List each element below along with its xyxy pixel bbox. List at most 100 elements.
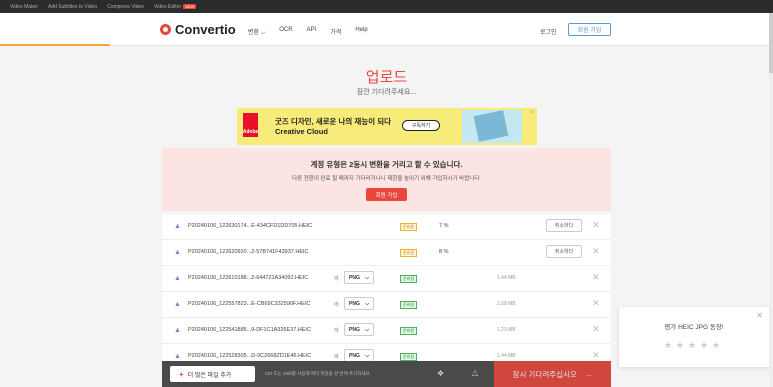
nav-api[interactable]: API	[307, 27, 317, 37]
cancel-button[interactable]: 취소하다	[546, 219, 582, 232]
adobe-logo: Adobe	[243, 113, 258, 137]
ad-subscribe-button[interactable]: 구독하기	[402, 120, 440, 131]
dropbox-icon[interactable]: ❖	[437, 369, 444, 378]
rating-popup: ✕ 평가 HEIC JPG 동장! ★★★★★	[619, 307, 769, 367]
format-value: PNG	[349, 300, 360, 307]
close-icon[interactable]: ✕	[756, 311, 763, 320]
file-name: P20240106_122528305...D-0C2668ZD1E46.HEI…	[188, 353, 312, 359]
nav-convert[interactable]: 변환 ⌵	[248, 27, 265, 37]
format-select[interactable]: PNG ⌵	[344, 297, 374, 310]
format-select[interactable]: PNG ⌵	[344, 323, 374, 336]
to-label: 에	[334, 276, 339, 282]
rating-stars[interactable]: ★★★★★	[619, 340, 769, 351]
page-title: 업로드	[365, 69, 408, 86]
chevron-down-icon: ⌵	[365, 326, 369, 333]
file-row: ▲ P20240106_122541885...9-DF1C1A326E37.H…	[162, 318, 611, 344]
login-link[interactable]: 로그인	[540, 27, 557, 36]
file-row: ▲ P20240106_122620920...2-57B741F43937.H…	[162, 240, 611, 266]
topbar-link-video-editor[interactable]: Video Editor NEW	[153, 3, 197, 10]
file-row: ▲ P20240106_122528305...D-0C2668ZD1E46.H…	[162, 344, 611, 361]
image-file-icon: ▲	[174, 223, 181, 230]
notice-text: 다른 전환이 완료 될 때까지 기다리거나니 제한을 높이기 위해 가입하시기 …	[292, 176, 481, 182]
logo-text: Convertio	[175, 22, 236, 37]
notice-signup-button[interactable]: 회원 가입	[366, 188, 407, 201]
format-select[interactable]: PNG ⌵	[344, 271, 374, 284]
file-size: 1.23 MB	[497, 327, 516, 333]
footer-hint: Ctrl 또는 Shift를 사용해 여러 파일을 한 번에 추가하세요.	[265, 371, 371, 376]
file-name: P20240106_122610188...2-644721A34092.HEI…	[188, 275, 309, 281]
logo[interactable]: Convertio	[160, 22, 236, 37]
status-badge: 준비됨	[400, 275, 417, 283]
image-file-icon: ▲	[174, 301, 181, 308]
file-name: P20240106_122630174...E-434CFD1DD705.HEI…	[188, 223, 313, 229]
image-file-icon: ▲	[174, 275, 181, 282]
close-icon[interactable]: ✕	[592, 221, 600, 230]
convert-button-label: 잠시 기다려주십시오	[512, 369, 577, 379]
image-file-icon: ▲	[174, 249, 181, 256]
file-size: 1.44 MB	[497, 353, 516, 359]
ad-text: 굿즈 디자인, 새로운 나의 재능이 되다 Creative Cloud	[275, 117, 391, 137]
topbar-link-add-subtitles[interactable]: Add Subtitles to Video	[48, 4, 97, 10]
status-badge: 준비됨	[400, 301, 417, 309]
image-file-icon: ▲	[174, 327, 181, 334]
format-value: PNG	[349, 326, 360, 333]
ad-line-1: 굿즈 디자인, 새로운 나의 재능이 되다	[275, 117, 392, 126]
status-badge: 준비중	[400, 249, 417, 257]
new-badge: NEW	[183, 3, 197, 9]
image-file-icon: ▲	[174, 353, 181, 360]
convert-button[interactable]: 잠시 기다려주십시오 →	[494, 361, 611, 387]
ad-choices-icon[interactable]: ▷	[531, 109, 535, 115]
page-scrollbar[interactable]	[769, 13, 773, 387]
arrow-right-icon: →	[584, 369, 593, 379]
chevron-down-icon: ⌵	[365, 274, 369, 281]
topbar-link-video-maker[interactable]: Video Maker	[10, 4, 38, 10]
ad-line-2: Creative Cloud	[275, 127, 328, 136]
nav-pricing[interactable]: 가격	[330, 27, 341, 37]
close-icon[interactable]: ✕	[592, 325, 600, 334]
nav-ocr[interactable]: OCR	[279, 27, 292, 37]
file-row: ▲ P20240106_122610188...2-644721A34092.H…	[162, 266, 611, 292]
ad-image	[462, 110, 522, 143]
close-icon[interactable]: ✕	[592, 247, 600, 256]
action-footer: + 더 많은 파일 추가 Ctrl 또는 Shift를 사용해 여러 파일을 한…	[162, 361, 611, 387]
topbar-link-compress-video[interactable]: Compress Video	[107, 4, 144, 10]
signup-button[interactable]: 회원 가입	[568, 23, 611, 36]
plus-icon: +	[179, 369, 184, 379]
topbar-link-video-editor-label: Video Editor	[153, 3, 182, 10]
close-icon[interactable]: ✕	[592, 299, 600, 308]
add-more-files-button[interactable]: + 더 많은 파일 추가	[170, 366, 255, 382]
file-name: P20240106_122620920...2-57B741F43937.HEI…	[188, 249, 309, 255]
nav-help[interactable]: Help	[355, 27, 367, 37]
ad-banner[interactable]: Adobe 굿즈 디자인, 새로운 나의 재능이 되다 Creative Clo…	[237, 108, 537, 145]
close-icon[interactable]: ✕	[592, 273, 600, 282]
top-bar: Video Maker Add Subtitles to Video Compr…	[0, 0, 773, 13]
limit-notice: 계정 유형은 2동시 변환을 거리고 할 수 있습니다. 다른 전환이 완료 될…	[162, 148, 611, 211]
main-nav: 변환 ⌵ OCR API 가격 Help	[248, 27, 368, 37]
format-value: PNG	[349, 352, 360, 359]
to-label: 에	[334, 302, 339, 308]
status-badge: 준비됨	[400, 353, 417, 361]
format-select[interactable]: PNG ⌵	[344, 349, 374, 361]
logo-icon	[160, 24, 171, 35]
chevron-down-icon: ⌵	[365, 300, 369, 307]
file-name: P20240106_122541885...9-DF1C1A326E37.HEI…	[188, 327, 311, 333]
cancel-button[interactable]: 취소하다	[546, 245, 582, 258]
progress-text: 7 %	[439, 223, 449, 229]
format-value: PNG	[349, 274, 360, 281]
header-accent-line	[0, 44, 110, 46]
to-label: 에	[334, 328, 339, 334]
close-icon[interactable]: ✕	[592, 351, 600, 360]
file-row: ▲ P20240106_122557823...E-CB69C332590F.H…	[162, 292, 611, 318]
status-badge: 준비됨	[400, 327, 417, 335]
file-size: 1.58 MB	[497, 301, 516, 307]
file-size: 1.44 MB	[497, 275, 516, 281]
file-list: ▲ P20240106_122630174...E-434CFD1DD705.H…	[162, 214, 611, 361]
site-header: Convertio 변환 ⌵ OCR API 가격 Help 로그인 회원 가입	[0, 13, 773, 46]
rating-title: 평가 HEIC JPG 동장!	[664, 324, 724, 331]
chevron-down-icon: ⌵	[365, 352, 369, 359]
google-drive-icon[interactable]: △	[472, 368, 478, 377]
file-name: P20240106_122557823...E-CB69C332590F.HEI…	[188, 301, 311, 307]
page-subtitle: 잠깐 기다려주세요...	[356, 89, 417, 96]
file-row: ▲ P20240106_122630174...E-434CFD1DD705.H…	[162, 214, 611, 240]
progress-text: 8 %	[439, 249, 449, 255]
